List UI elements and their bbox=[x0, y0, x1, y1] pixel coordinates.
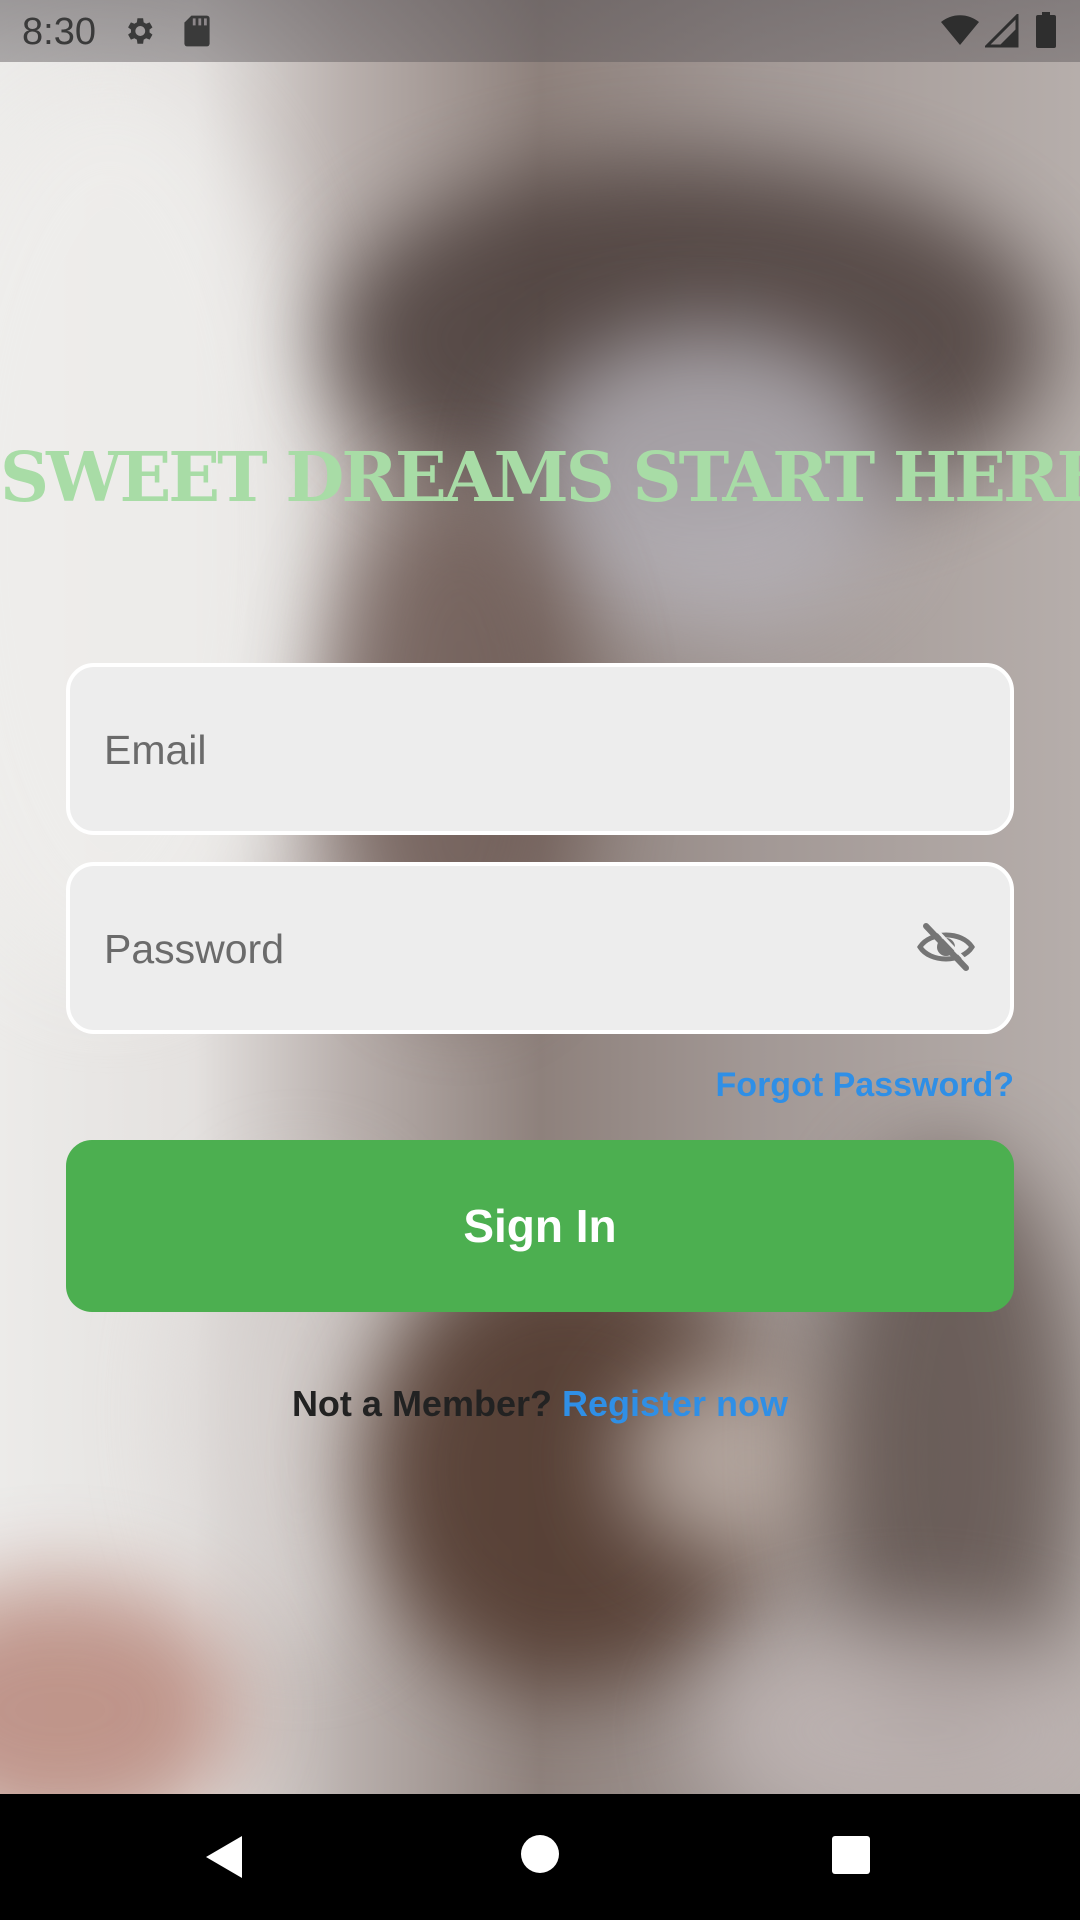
app-title: SWEET DREAMS START HERE bbox=[0, 438, 1080, 518]
password-placeholder: Password bbox=[104, 926, 285, 972]
gear-icon bbox=[122, 14, 156, 53]
register-now-link[interactable]: Register now bbox=[562, 1383, 788, 1424]
home-icon[interactable] bbox=[520, 1834, 560, 1879]
register-row: Not a Member? Register now bbox=[0, 1383, 1080, 1425]
navigation-bar bbox=[0, 1794, 1080, 1920]
status-bar: 8:30 bbox=[0, 0, 1080, 62]
email-field[interactable]: Email bbox=[66, 663, 1014, 835]
login-screen: 8:30 SWEET DREAMS START HERE Email Passw… bbox=[0, 0, 1080, 1920]
register-prompt: Not a Member? bbox=[291, 1383, 552, 1424]
eye-off-icon[interactable] bbox=[916, 921, 976, 977]
signal-icon bbox=[983, 12, 1019, 53]
sign-in-button[interactable]: Sign In bbox=[66, 1140, 1014, 1312]
password-field[interactable]: Password bbox=[66, 862, 1014, 1034]
status-time: 8:30 bbox=[22, 11, 96, 53]
wifi-icon bbox=[940, 14, 980, 51]
sd-card-icon bbox=[183, 14, 211, 53]
forgot-password-link[interactable]: Forgot Password? bbox=[716, 1066, 1014, 1105]
recents-icon[interactable] bbox=[831, 1835, 871, 1880]
battery-icon bbox=[1036, 12, 1056, 53]
back-icon[interactable] bbox=[204, 1834, 244, 1885]
email-placeholder: Email bbox=[104, 727, 207, 773]
